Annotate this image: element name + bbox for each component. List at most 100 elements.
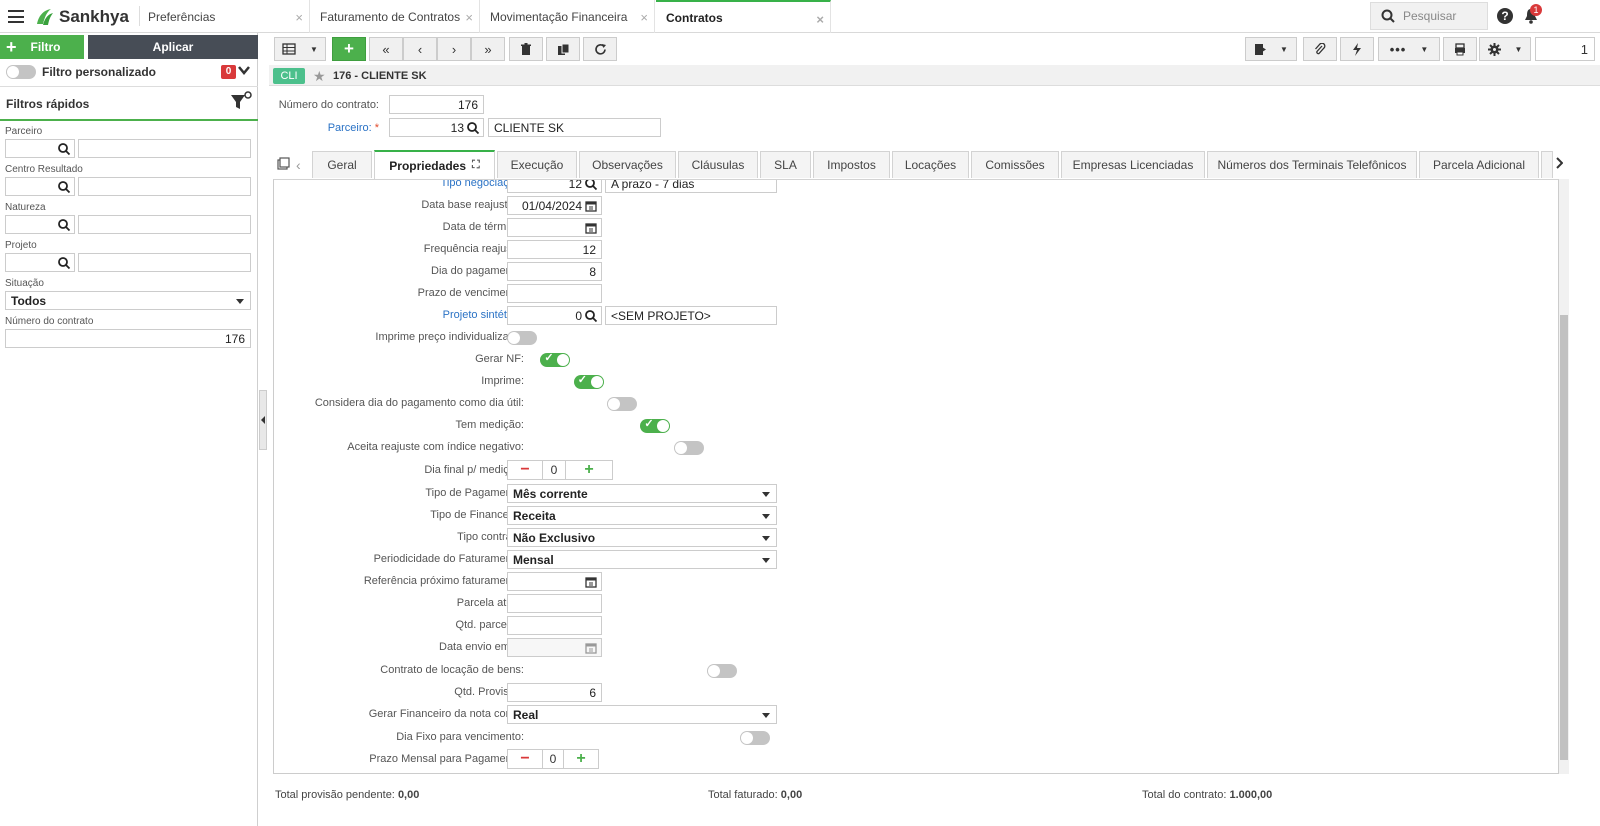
parceiro-name-input[interactable] [78,139,251,158]
natureza-code-input[interactable] [5,215,75,234]
tab-empresas-licenciadas[interactable]: Empresas Licenciadas [1061,151,1205,178]
minus-icon[interactable]: − [508,750,542,768]
tab-faturamento-contratos[interactable]: Faturamento de Contratos × [310,0,480,33]
close-icon[interactable]: × [640,10,648,25]
natureza-name-input[interactable] [78,215,251,234]
chevron-down-icon[interactable] [238,63,250,79]
help-icon[interactable]: ? [1497,8,1513,24]
close-icon[interactable]: × [295,10,303,25]
tab-impostos[interactable]: Impostos [813,151,890,178]
numero-contrato-input[interactable]: 176 [389,95,484,114]
tabs-expand-icon[interactable] [277,157,290,173]
close-icon[interactable]: × [465,10,473,25]
projeto-sintetico-desc[interactable]: <SEM PROJETO> [605,306,777,325]
tipo-negociacao-desc[interactable]: A prazo - 7 dias [605,180,777,193]
tabs-scroll-left-icon[interactable]: ‹ [296,157,301,173]
tipo-negociacao-label[interactable]: Tipo negociação: [284,180,524,189]
contrato-locacao-toggle[interactable] [707,664,738,678]
settings-button[interactable]: ▼ [1479,37,1531,61]
print-button[interactable] [1443,37,1477,61]
aplicar-button[interactable]: Aplicar [88,35,258,59]
copy-button[interactable] [546,37,580,61]
data-termino-input[interactable] [507,218,602,237]
delete-button[interactable] [509,37,543,61]
parceiro-label[interactable]: Parceiro: * [139,122,379,134]
tem-medicao-toggle[interactable]: ✓ [640,418,671,433]
minus-icon[interactable]: − [508,461,542,479]
aceita-reajuste-toggle[interactable] [673,441,704,455]
check-icon: ✓ [644,418,654,430]
tipo-financeiro-select[interactable]: Receita [507,506,777,525]
tipo-negociacao-code[interactable]: 12 [507,180,602,193]
tab-contratos[interactable]: Contratos × [656,0,831,33]
refresh-button[interactable] [583,37,617,61]
centro-resultado-code-input[interactable] [5,177,75,196]
tipo-pagamento-select[interactable]: Mês corrente [507,484,777,503]
parceiro-code-input[interactable] [5,139,75,158]
parcela-atual-input[interactable] [507,594,602,613]
tab-propriedades[interactable]: Propriedades ⛶ [374,150,495,179]
imprime-toggle[interactable]: ✓ [573,374,604,389]
panel-splitter[interactable] [259,390,267,450]
scrollbar-thumb[interactable] [1560,315,1568,760]
prev-record-button[interactable]: ‹ [403,37,437,61]
plus-icon[interactable]: + [566,461,612,479]
dia-pagamento-input[interactable]: 8 [507,262,602,281]
page-number-input[interactable]: 1 [1535,37,1595,61]
referencia-proximo-input[interactable] [507,572,602,591]
numero-contrato-filter-input[interactable]: 176 [5,329,251,348]
projeto-name-input[interactable] [78,253,251,272]
export-button[interactable]: ▼ [1245,37,1297,61]
first-record-button[interactable]: « [369,37,403,61]
tab-numeros-terminais[interactable]: Números dos Terminais Telefônicos [1207,151,1417,178]
add-button[interactable]: + [332,37,366,61]
close-icon[interactable]: × [816,12,824,27]
qtd-parcelas-input[interactable] [507,616,602,635]
tab-sla[interactable]: SLA [760,151,811,178]
centro-resultado-name-input[interactable] [78,177,251,196]
data-base-reajuste-input[interactable]: 01/04/2024 [507,196,602,215]
numero-contrato-label: Número do contrato: [278,99,379,111]
situacao-select[interactable]: Todos [5,291,251,310]
gerar-financeiro-select[interactable]: Real [507,705,777,724]
periodicidade-select[interactable]: Mensal [507,550,777,569]
custom-filter-toggle[interactable] [6,65,36,79]
tab-clausulas[interactable]: Cláusulas [678,151,758,178]
qtd-provisao-input[interactable]: 6 [507,683,602,702]
parceiro-name-field[interactable]: CLIENTE SK [488,118,661,137]
tab-overflow[interactable] [1541,151,1553,178]
grid-view-button[interactable]: ▼ [274,37,326,61]
tipo-contrato-select[interactable]: Não Exclusivo [507,528,777,547]
search-input[interactable]: Pesquisar [1370,2,1488,30]
gerar-nf-toggle[interactable]: ✓ [540,352,571,367]
tab-movimentacao-financeira[interactable]: Movimentação Financeira × [480,0,655,33]
tab-geral[interactable]: Geral [312,151,372,178]
frequencia-reajuste-input[interactable]: 12 [507,240,602,259]
considera-dia-toggle[interactable] [607,397,638,411]
prazo-vencimento-input[interactable] [507,284,602,303]
parceiro-code-field[interactable]: 13 [389,118,484,137]
star-icon[interactable]: ★ [313,68,326,85]
tab-observacoes[interactable]: Observações [579,151,676,178]
expand-icon[interactable]: ⛶ [472,159,480,172]
more-options-button[interactable]: ••• ▼ [1378,37,1440,61]
actions-button[interactable] [1340,37,1374,61]
projeto-code-input[interactable] [5,253,75,272]
projeto-sintetico-label[interactable]: Projeto sintético: [284,309,524,321]
tab-preferencias[interactable]: Preferências × [140,0,310,33]
projeto-sintetico-code[interactable]: 0 [507,306,602,325]
tab-execucao[interactable]: Execução [497,151,577,178]
attachment-button[interactable] [1303,37,1337,61]
tab-comissoes[interactable]: Comissões [971,151,1059,178]
tabs-scroll-right-icon[interactable] [1555,157,1564,172]
hamburger-menu-icon[interactable] [8,10,24,23]
imprime-preco-toggle[interactable] [507,331,537,345]
tab-parcela-adicional[interactable]: Parcela Adicional [1419,151,1539,178]
filtro-button[interactable]: + Filtro [0,35,84,59]
next-record-button[interactable]: › [437,37,471,61]
plus-icon[interactable]: + [564,750,598,768]
dia-fixo-toggle[interactable] [740,731,771,745]
data-envio-email-input[interactable] [507,638,602,657]
last-record-button[interactable]: » [471,37,505,61]
tab-locacoes[interactable]: Locações [892,151,969,178]
